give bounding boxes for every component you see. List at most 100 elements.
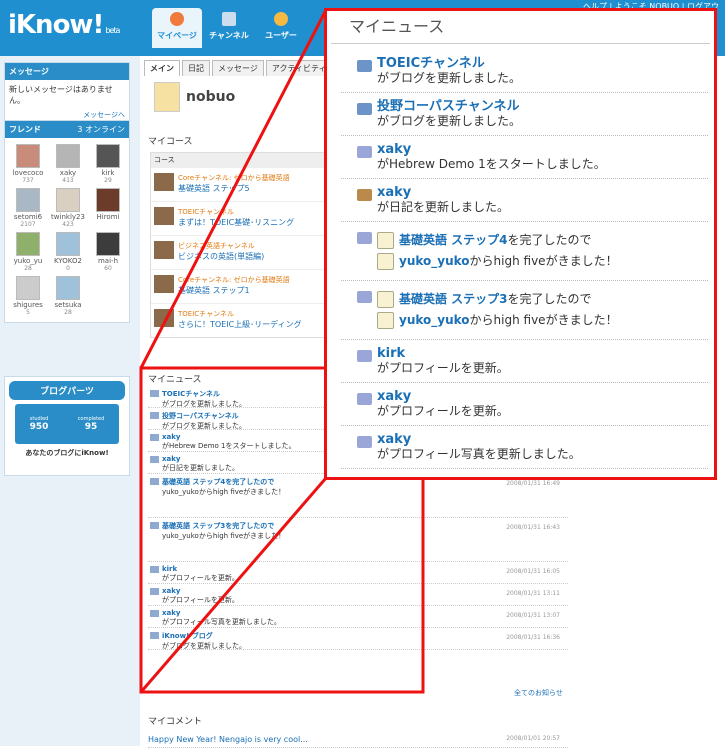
course-channel: Coreチャンネル: ゼロから基礎英語 [178, 276, 290, 284]
blogparts-widget[interactable]: studied 950 completed 95 [15, 404, 119, 444]
friend-item[interactable]: setomi6 2107 [9, 188, 47, 228]
news-text: がブログを更新しました。 [377, 114, 522, 128]
zoom-news-item: xaky がプロフィール写真を更新しました。 [341, 426, 708, 469]
course-title[interactable]: 基礎英語 ステップ5 [178, 183, 290, 194]
friend-item[interactable]: setsuka 28 [49, 276, 87, 316]
news-item: kirk がプロフィールを更新。 2008/01/31 16:05 [148, 562, 568, 584]
blog-icon [357, 60, 372, 72]
blogparts-box: ブログパーツ studied 950 completed 95 あなたのブログにiK… [4, 376, 130, 476]
completed-value: 95 [84, 422, 98, 432]
mynews-title: マイニュース [148, 375, 202, 385]
news-icon [150, 478, 159, 485]
friend-item[interactable]: Hiromi [89, 188, 127, 228]
mycourse-title: マイコース [148, 137, 193, 147]
mail-icon [357, 393, 372, 405]
friends-box: フレンド 3 オンライン lovecoco 737 xaky 413 kirk 29 seto… [4, 120, 130, 323]
completed-stat: completed 95 [78, 416, 105, 432]
subtab-messages[interactable]: メッセージ [212, 60, 264, 76]
course-row[interactable]: ビジネス英語チャンネル ビジネスの英語(単語編) [151, 235, 329, 269]
blog-icon [357, 103, 372, 115]
news-item: iKnow! ブログ がブログを更新しました。 2008/01/31 16:36 [148, 628, 568, 650]
tab-users[interactable]: ユーザー [256, 8, 306, 48]
friend-item[interactable]: twinkly23 423 [49, 188, 87, 228]
course-title[interactable]: ビジネスの英語(単語編) [178, 251, 264, 262]
subtab-activity[interactable]: アクティビティ [265, 60, 333, 76]
news-icon [150, 610, 159, 617]
zoom-highfive-2: 基礎英語 ステップ3を完了したので yuko_yukoからhigh fiveがき… [341, 281, 708, 340]
news-text: がブログを更新しました。 [162, 400, 246, 408]
username: nobuo [186, 89, 236, 105]
user-link[interactable]: yuko_yuko [399, 254, 470, 268]
news-icon [150, 522, 159, 529]
news-text: がプロフィール写真を更新しました。 [377, 447, 581, 461]
completed-text: を完了したので [507, 292, 592, 306]
news-text: がブログを更新しました。 [162, 422, 246, 430]
friend-photo [16, 144, 40, 168]
news-actor[interactable]: xaky [377, 389, 708, 404]
friend-photo [56, 144, 80, 168]
friend-photo [56, 188, 80, 212]
friend-item[interactable]: xaky 413 [49, 144, 87, 184]
logo-text: iKnow! [8, 10, 104, 40]
zoom-news-item: kirk がプロフィールを更新。 [341, 340, 708, 383]
news-actor[interactable]: xaky [377, 185, 708, 200]
subtab-diary[interactable]: 日記 [182, 60, 210, 76]
news-date: 2008/01/31 13:07 [506, 612, 560, 619]
friend-item[interactable]: shigures 5 [9, 276, 47, 316]
zoom-title: マイニュース [331, 11, 710, 44]
tab-channel[interactable]: チャンネル [204, 8, 254, 48]
tv-icon [222, 12, 236, 26]
friend-count: 737 [22, 177, 34, 184]
friend-item[interactable]: mai-h 60 [89, 232, 127, 272]
course-thumbnail [154, 241, 174, 259]
all-news-link[interactable]: 全てのお知らせ [514, 688, 563, 698]
friends-title: フレンド [9, 125, 41, 134]
friend-photo [56, 276, 80, 300]
friend-item[interactable]: KYOKO2 0 [49, 232, 87, 272]
news-text: がブログを更新しました。 [377, 71, 522, 85]
online-count: 3 オンライン [77, 125, 125, 134]
user-link[interactable]: yuko_yuko [399, 313, 470, 327]
course-link[interactable]: 基礎英語 ステップ4 [399, 233, 508, 247]
friend-count: 60 [104, 265, 112, 272]
news-actor[interactable]: 投野コーパスチャンネル [377, 99, 708, 114]
news-actor[interactable]: xaky [377, 432, 708, 447]
subtab-main[interactable]: メイン [144, 60, 180, 76]
avatar[interactable] [154, 82, 180, 112]
friend-name: setsuka [54, 301, 82, 309]
friend-count: 29 [104, 177, 112, 184]
studied-value: 950 [29, 422, 49, 432]
news-icon [150, 456, 159, 463]
users-icon [274, 12, 288, 26]
news-date: 2008/01/31 13:11 [506, 590, 560, 597]
diary-icon [357, 189, 372, 201]
friend-photo [96, 232, 120, 256]
news-actor[interactable]: xaky [377, 142, 708, 157]
course-row[interactable]: Coreチャンネル: ゼロから基礎英語 基礎英語 ステップ5 [151, 167, 329, 201]
course-row[interactable]: TOEICチャンネル さらに！TOEIC上級･リーディング [151, 303, 329, 337]
news-date: 2008/01/31 16:43 [506, 524, 560, 531]
friend-item[interactable]: yuko_yu 28 [9, 232, 47, 272]
friend-item[interactable]: lovecoco 737 [9, 144, 47, 184]
tab-label: ユーザー [265, 31, 297, 40]
course-channel: ビジネス英語チャンネル [178, 242, 255, 250]
friend-name: xaky [59, 169, 77, 177]
course-row[interactable]: Coreチャンネル: ゼロから基礎英語 基礎英語 ステップ1 [151, 269, 329, 303]
tab-mypage[interactable]: マイページ [152, 8, 202, 48]
news-actor[interactable]: kirk [377, 346, 708, 361]
zoom-list-top: TOEICチャンネル がブログを更新しました。 投野コーパスチャンネル がブログを更新… [327, 50, 714, 222]
friend-item[interactable]: kirk 29 [89, 144, 127, 184]
course-title[interactable]: さらに！TOEIC上級･リーディング [178, 319, 302, 330]
course-thumbnail [154, 309, 174, 327]
course-title[interactable]: まずは！TOEIC基礎･リスニング [178, 217, 294, 228]
high-five-icon [377, 232, 394, 249]
course-row[interactable]: TOEICチャンネル まずは！TOEIC基礎･リスニング [151, 201, 329, 235]
zoom-news-item: 投野コーパスチャンネル がブログを更新しました。 [341, 93, 708, 136]
messages-box: メッセージ 新しいメッセージはありません。 メッセージへ [4, 62, 130, 125]
logo[interactable]: iKnow! beta [8, 10, 120, 40]
course-link[interactable]: 基礎英語 ステップ3 [399, 292, 508, 306]
comment-date: 2008/01/01 20:57 [506, 735, 560, 742]
course-table: コース Coreチャンネル: ゼロから基礎英語 基礎英語 ステップ5 TOEICチャ… [150, 152, 330, 338]
news-actor[interactable]: TOEICチャンネル [377, 56, 708, 71]
course-title[interactable]: 基礎英語 ステップ1 [178, 285, 290, 296]
